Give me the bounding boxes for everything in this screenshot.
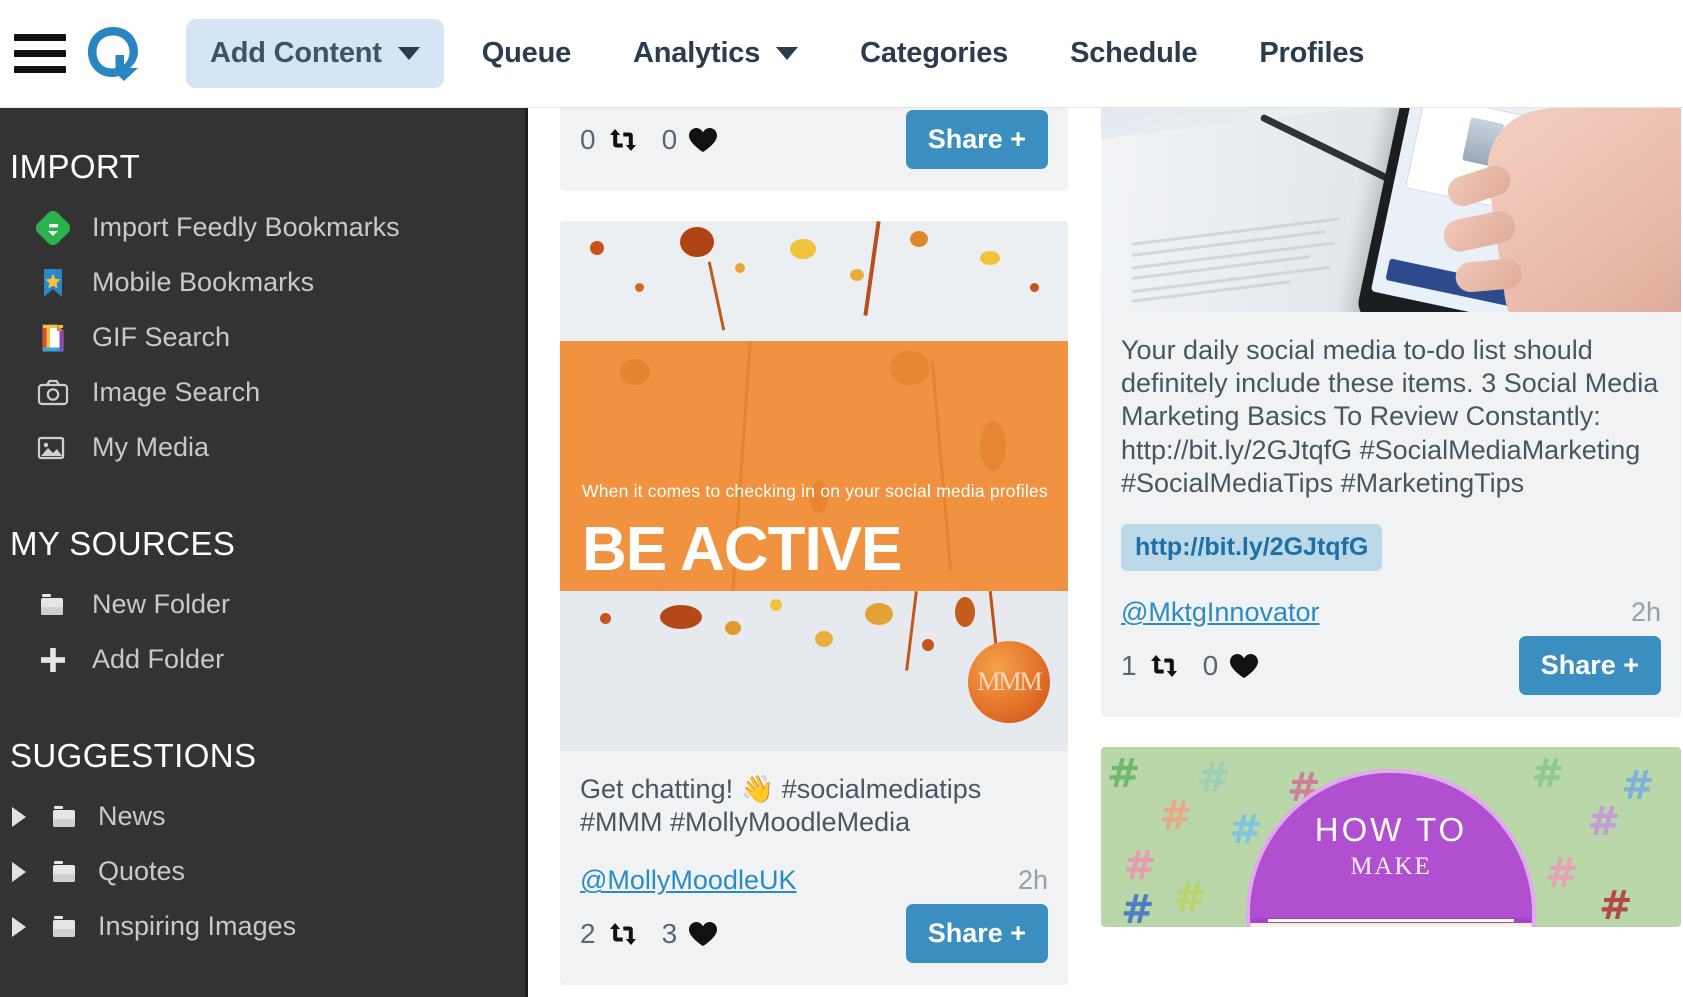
- sidebar-item-import-feedly-bookmarks[interactable]: Import Feedly Bookmarks: [0, 200, 525, 255]
- nav-item-queue[interactable]: Queue: [458, 19, 595, 88]
- sidebar-item-news[interactable]: News: [0, 789, 525, 844]
- nav-item-label: Queue: [481, 37, 572, 69]
- card-text: Your daily social media to-do list shoul…: [1121, 335, 1659, 498]
- hamburger-icon[interactable]: [14, 32, 70, 76]
- graphic-line-2: MAKE: [1350, 852, 1432, 880]
- retweet-count: 2: [580, 917, 596, 949]
- card-text: Get chatting! 👋 #socialmediatips #MMM #M…: [580, 774, 982, 838]
- heart-icon: [1228, 652, 1260, 680]
- sidebar: IMPORT Import Feedly Bookmarks Mobile Bo…: [0, 108, 528, 997]
- hashtag-trending-graphic: # # # # # # # # # # # # # # #: [1101, 747, 1681, 928]
- nav-item-add-content[interactable]: Add Content: [186, 19, 444, 88]
- author-handle-link[interactable]: @MktgInnovator: [1121, 597, 1320, 628]
- share-button[interactable]: Share +: [905, 110, 1048, 169]
- nav-item-categories[interactable]: Categories: [836, 19, 1032, 88]
- quuu-logo[interactable]: [80, 21, 146, 87]
- chevron-down-icon: [397, 47, 420, 60]
- chevron-down-icon: [776, 47, 799, 60]
- nav-item-label: Schedule: [1070, 37, 1198, 69]
- feed-column-middle: 0 0 Share + When it comes to checking in…: [560, 108, 1068, 997]
- author-handle-link[interactable]: @MollyMoodleUK: [580, 865, 796, 896]
- content-card[interactable]: # # # # # # # # # # # # # # #: [1101, 747, 1681, 928]
- nav-item-label: Profiles: [1259, 37, 1365, 69]
- like-stat: 3: [662, 918, 720, 950]
- content-feed: 0 0 Share + When it comes to checking in…: [528, 108, 1683, 997]
- sidebar-item-label: Import Feedly Bookmarks: [92, 212, 400, 242]
- heart-icon: [687, 920, 719, 948]
- camera-icon: [34, 374, 72, 412]
- sidebar-item-add-folder[interactable]: Add Folder: [0, 632, 525, 687]
- chevron-right-icon[interactable]: [12, 861, 26, 882]
- feed-column-right: Your daily social media to-do list shoul…: [1101, 108, 1681, 957]
- like-stat: 0: [662, 124, 720, 156]
- nav-item-label: Categories: [860, 37, 1009, 69]
- sidebar-item-quotes[interactable]: Quotes: [0, 844, 525, 899]
- sidebar-item-label: My Media: [92, 432, 210, 462]
- sidebar-item-label: Quotes: [98, 856, 186, 886]
- plus-icon: [34, 641, 72, 679]
- link-chip[interactable]: http://bit.ly/2GJtqfG: [1121, 524, 1383, 572]
- phone-photo-image: [1101, 108, 1681, 312]
- sidebar-item-label: New Folder: [92, 589, 231, 619]
- retweet-count: 0: [580, 123, 596, 155]
- nav-item-schedule[interactable]: Schedule: [1046, 19, 1221, 88]
- sidebar-item-label: Image Search: [92, 377, 261, 407]
- sidebar-item-inspiring-images[interactable]: Inspiring Images: [0, 899, 525, 954]
- sidebar-item-label: Inspiring Images: [98, 911, 297, 941]
- retweet-stat: 1: [1121, 650, 1181, 682]
- graphic-kicker-text: When it comes to checking in on your soc…: [582, 481, 1048, 501]
- feedly-icon: [34, 209, 72, 247]
- nav-item-label: Analytics: [633, 37, 761, 69]
- folder-icon: [46, 798, 84, 836]
- like-count: 0: [1202, 649, 1219, 681]
- gif-file-icon: [34, 319, 72, 357]
- like-stat: 0: [1203, 650, 1261, 682]
- timestamp: 2h: [1017, 865, 1048, 896]
- retweet-icon: [606, 920, 640, 948]
- folder-icon: [46, 908, 84, 946]
- share-button[interactable]: Share +: [905, 904, 1048, 964]
- graphic-watermark: MMM: [968, 641, 1050, 723]
- sidebar-item-label: Mobile Bookmarks: [92, 267, 315, 297]
- folder-icon: [46, 853, 84, 891]
- sidebar-item-label: GIF Search: [92, 322, 231, 352]
- sidebar-item-new-folder[interactable]: New Folder: [0, 577, 525, 632]
- sidebar-section-heading-suggestions: SUGGESTIONS: [10, 737, 257, 774]
- share-button[interactable]: Share +: [1518, 636, 1661, 696]
- nav-item-profiles[interactable]: Profiles: [1235, 19, 1388, 88]
- app-root: Add Content Queue Analytics Categories S…: [0, 0, 1683, 997]
- sidebar-item-label: News: [98, 801, 166, 831]
- top-nav-items: Add Content Queue Analytics Categories S…: [186, 0, 1402, 107]
- timestamp: 2h: [1630, 597, 1661, 628]
- sidebar-item-gif-search[interactable]: GIF Search: [0, 310, 525, 365]
- content-card[interactable]: 0 0 Share +: [560, 108, 1068, 191]
- sidebar-item-image-search[interactable]: Image Search: [0, 365, 525, 420]
- graphic-line-1: HOW TO: [1314, 810, 1468, 848]
- content-card[interactable]: When it comes to checking in on your soc…: [560, 221, 1068, 986]
- retweet-stat: 2: [580, 918, 640, 950]
- folder-icon: [34, 586, 72, 624]
- like-count: 3: [661, 917, 678, 949]
- photo-icon: [34, 429, 72, 467]
- sidebar-item-mobile-bookmarks[interactable]: Mobile Bookmarks: [0, 255, 525, 310]
- sidebar-item-my-media[interactable]: My Media: [0, 420, 525, 475]
- sidebar-section-heading-my-sources: MY SOURCES: [10, 525, 236, 562]
- retweet-icon: [606, 126, 640, 154]
- chevron-right-icon[interactable]: [12, 916, 26, 937]
- bookmark-star-icon: [34, 264, 72, 302]
- nav-item-label: Add Content: [210, 37, 382, 69]
- sidebar-item-label: Add Folder: [92, 644, 225, 674]
- content-card[interactable]: Your daily social media to-do list shoul…: [1101, 108, 1681, 718]
- like-count: 0: [661, 123, 678, 155]
- top-navigation-bar: Add Content Queue Analytics Categories S…: [0, 0, 1683, 108]
- retweet-icon: [1147, 652, 1181, 680]
- graphic-title-text: BE ACTIVE: [582, 515, 902, 584]
- sidebar-section-heading-import: IMPORT: [10, 148, 141, 185]
- heart-icon: [687, 126, 719, 154]
- retweet-stat: 0: [580, 124, 640, 156]
- be-active-graphic: When it comes to checking in on your soc…: [560, 221, 1068, 751]
- chevron-right-icon[interactable]: [12, 806, 26, 827]
- retweet-count: 1: [1121, 649, 1137, 681]
- nav-item-analytics[interactable]: Analytics: [609, 19, 822, 88]
